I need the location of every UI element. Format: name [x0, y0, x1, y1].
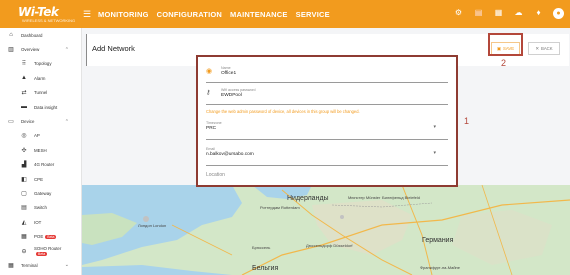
sidebar-item-cpe[interactable]: ◧ CPE [0, 172, 81, 186]
network-form: ◉ Name Office1 ⚷ Wifi access password EW… [196, 55, 458, 187]
name-field[interactable]: ◉ Name Office1 [206, 63, 448, 83]
home-icon: ⌂ [9, 32, 13, 39]
annotation-number-1: 1 [464, 116, 470, 126]
close-icon: ✕ [535, 45, 539, 51]
data-insight-icon: ▬ [21, 104, 27, 111]
password-note: Change the web admin password of device,… [206, 109, 360, 114]
user-avatar-icon[interactable]: ● [553, 7, 564, 19]
alarm-icon: ▲ [21, 75, 27, 82]
bell-icon[interactable]: ♦ [533, 7, 544, 19]
sidebar-item-gateway[interactable]: ▢ Gateway [0, 186, 81, 200]
sidebar-item-topology[interactable]: ⠿ Topology [0, 57, 81, 71]
password-field[interactable]: ⚷ Wifi access password EWDPool [206, 85, 448, 105]
sidebar-item-data-insight[interactable]: ▬ Data insight [0, 100, 81, 114]
cpe-icon: ◧ [21, 176, 27, 183]
terminal-icon: ▦ [8, 262, 14, 269]
overview-icon: ▥ [8, 47, 14, 54]
settings-icon[interactable]: ⚙ [453, 7, 464, 19]
sidebar-item-terminal[interactable]: ▦ Terminal ⌄ [0, 258, 81, 272]
sidebar-item-ap[interactable]: ◎ AP [0, 129, 81, 143]
nav-maintenance[interactable]: MAINTENANCE [230, 10, 288, 19]
mesh-icon: ✣ [21, 147, 27, 154]
sidebar-item-iot[interactable]: ◭ IOT [0, 215, 81, 229]
sidebar-item-mesh[interactable]: ✣ MESH [0, 143, 81, 157]
chevron-down-icon: ▾ [433, 124, 436, 130]
location-label: Location [206, 172, 225, 178]
poe-icon: ▦ [21, 234, 27, 241]
logo-text: Wi-Tek [18, 4, 59, 19]
sidebar-item-4g-router[interactable]: ▟ 4G Router [0, 158, 81, 172]
topology-icon: ⠿ [21, 61, 27, 68]
iot-icon: ◭ [21, 219, 27, 226]
annotation-number-2: 2 [501, 58, 507, 68]
sidebar-item-poe[interactable]: ▦ POE Beta [0, 229, 81, 243]
cloud-icon[interactable]: ☁ [513, 7, 524, 19]
logo[interactable]: Wi-Tek WIRELESS & NETWORKING [0, 6, 80, 23]
nav-monitoring[interactable]: MONITORING [98, 10, 149, 19]
page-title: Add Network [92, 44, 135, 53]
email-select[interactable]: Email n.balkov@ursabo.com ▾ [206, 142, 448, 166]
soho-router-icon: ⊖ [21, 248, 27, 255]
beta-badge: Beta [45, 234, 57, 239]
sidebar-item-switch[interactable]: ▤ Switch [0, 201, 81, 215]
back-button[interactable]: ✕ BACK [528, 42, 560, 55]
grid-icon[interactable]: ▦ [493, 7, 504, 19]
name-input[interactable]: Office1 [221, 71, 236, 76]
timezone-select[interactable]: Timezone PRC ▾ [206, 116, 448, 140]
sidebar-item-soho-router[interactable]: ⊖ SOHO Router Beta [0, 244, 81, 258]
chevron-up-icon: ⌃ [64, 46, 69, 53]
tunnel-icon: ⇄ [21, 90, 27, 97]
top-icons: ⚙ ▤ ▦ ☁ ♦ ● [453, 7, 564, 19]
top-bar: Wi-Tek WIRELESS & NETWORKING ☰ MONITORIN… [0, 0, 570, 28]
ap-icon: ◎ [21, 133, 27, 140]
device-icon: ▭ [8, 119, 14, 126]
nav-service[interactable]: SERVICE [296, 10, 330, 19]
sidebar-item-alarm[interactable]: ▲ Alarm [0, 71, 81, 85]
chevron-up-icon: ⌃ [64, 118, 69, 125]
top-nav: MONITORING CONFIGURATION MAINTENANCE SER… [98, 10, 330, 19]
chevron-down-icon: ▾ [433, 150, 436, 156]
name-field-icon: ◉ [206, 68, 213, 75]
nav-configuration[interactable]: CONFIGURATION [157, 10, 222, 19]
logo-tagline: WIRELESS & NETWORKING [22, 17, 76, 23]
save-highlight-box [488, 33, 523, 56]
sidebar: ⌂ Dashboard ▥ Overview ⌃ ⠿ Topology ▲ Alarm ⇄… [0, 28, 82, 275]
menu-toggle-icon[interactable]: ☰ [80, 9, 94, 20]
beta-badge: Beta [36, 251, 48, 256]
sidebar-item-dashboard[interactable]: ⌂ Dashboard [0, 28, 81, 42]
sidebar-item-tunnel[interactable]: ⇄ Tunnel [0, 86, 81, 100]
password-input[interactable]: EWDPool [221, 93, 256, 98]
switch-icon: ▤ [21, 205, 27, 212]
sidebar-item-device[interactable]: ▭ Device ⌃ [0, 114, 81, 128]
gateway-icon: ▢ [21, 190, 27, 197]
key-icon: ⚷ [206, 90, 211, 96]
language-flag-icon[interactable]: ▤ [473, 7, 484, 19]
chevron-down-icon: ⌄ [64, 262, 69, 269]
router-4g-icon: ▟ [21, 162, 27, 169]
sidebar-item-overview[interactable]: ▥ Overview ⌃ [0, 42, 81, 56]
